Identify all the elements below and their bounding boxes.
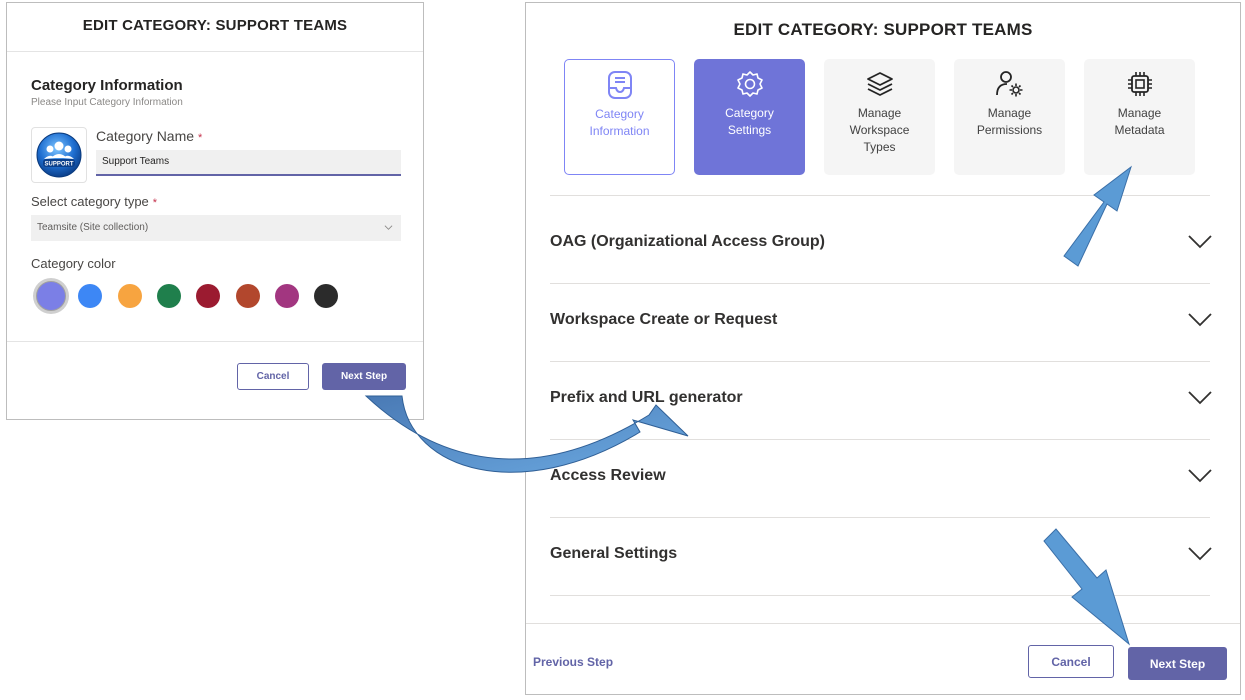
divider: [550, 361, 1210, 362]
dialog-title: EDIT CATEGORY: SUPPORT TEAMS: [733, 20, 1033, 39]
accordion-label: Prefix and URL generator: [550, 389, 743, 406]
chevron-down-icon: [1188, 547, 1212, 561]
next-step-button[interactable]: Next Step: [1128, 647, 1227, 680]
header-divider: [7, 51, 423, 52]
step-manage-metadata[interactable]: Manage Metadata: [1084, 59, 1195, 175]
accordion-label: General Settings: [550, 545, 678, 562]
step-label: Manage Metadata: [1114, 106, 1165, 137]
section-subtitle: Please Input Category Information: [31, 97, 183, 108]
accordion-oag[interactable]: OAG (Organizational Access Group): [550, 223, 1212, 263]
category-type-dropdown[interactable]: Teamsite (Site collection): [31, 215, 401, 241]
chevron-down-icon: [1188, 313, 1212, 327]
divider: [550, 195, 1210, 196]
step-manage-permissions[interactable]: Manage Permissions: [954, 59, 1065, 175]
step-label: Manage Workspace Types: [849, 106, 910, 154]
step-category-information[interactable]: Category Information: [564, 59, 675, 175]
category-logo[interactable]: SUPPORT: [31, 127, 87, 183]
section-title: Category Information: [31, 77, 183, 94]
cancel-button[interactable]: Cancel: [1028, 645, 1114, 678]
layers-icon: [865, 69, 895, 99]
accordion-prefix-url[interactable]: Prefix and URL generator: [550, 379, 1212, 419]
person-gear-icon: [995, 69, 1025, 99]
step-manage-workspace-types[interactable]: Manage Workspace Types: [824, 59, 935, 175]
chevron-down-icon: [384, 225, 393, 230]
required-mark: *: [198, 132, 203, 144]
category-type-value: Teamsite (Site collection): [37, 222, 149, 233]
accordion-workspace-create[interactable]: Workspace Create or Request: [550, 301, 1212, 341]
divider: [550, 517, 1210, 518]
next-step-button[interactable]: Next Step: [322, 363, 406, 390]
category-type-label: Select category type *: [31, 194, 157, 209]
required-mark: *: [152, 197, 158, 209]
chip-icon: [1125, 69, 1155, 99]
previous-step-link[interactable]: Previous Step: [533, 655, 613, 669]
divider: [550, 439, 1210, 440]
footer-divider: [526, 623, 1240, 624]
color-swatch[interactable]: [36, 281, 66, 311]
color-swatch[interactable]: [117, 284, 142, 308]
category-name-label: Category Name *: [96, 128, 202, 144]
color-swatch[interactable]: [196, 284, 221, 308]
accordion-label: Workspace Create or Request: [550, 311, 778, 328]
category-type-label-text: Select category type: [31, 194, 149, 209]
color-swatch[interactable]: [314, 284, 339, 308]
chevron-down-icon: [1188, 469, 1212, 483]
color-swatch[interactable]: [78, 284, 103, 308]
accordion-label: OAG (Organizational Access Group): [550, 233, 826, 250]
step-label: Manage Permissions: [976, 106, 1043, 137]
accordion-access-review[interactable]: Access Review: [550, 457, 1212, 497]
dialog-title: EDIT CATEGORY: SUPPORT TEAMS: [82, 17, 348, 34]
chevron-down-icon: [1188, 391, 1212, 405]
divider: [550, 283, 1210, 284]
chevron-down-icon: [1188, 235, 1212, 249]
color-swatch[interactable]: [235, 284, 260, 308]
edit-category-dialog-step2: EDIT CATEGORY: SUPPORT TEAMS Category In…: [525, 2, 1241, 695]
accordion-general-settings[interactable]: General Settings: [550, 535, 1212, 575]
step-label: Category Settings: [725, 106, 774, 137]
edit-category-dialog-step1: EDIT CATEGORY: SUPPORT TEAMS Category In…: [6, 2, 424, 420]
step-label: Category Information: [589, 107, 650, 138]
cancel-button[interactable]: Cancel: [237, 363, 309, 390]
category-name-label-text: Category Name: [96, 128, 195, 144]
accordion-label: Access Review: [550, 467, 666, 484]
inbox-icon: [605, 70, 635, 100]
category-name-input[interactable]: Support Teams: [96, 150, 401, 176]
step-category-settings[interactable]: Category Settings: [694, 59, 805, 175]
divider: [550, 595, 1210, 596]
color-swatch[interactable]: [156, 284, 181, 308]
settings-icon: [735, 69, 765, 99]
support-logo-icon: SUPPORT: [36, 132, 82, 178]
footer-divider: [7, 341, 423, 342]
logo-text: SUPPORT: [44, 162, 73, 168]
color-swatch[interactable]: [274, 284, 299, 308]
category-color-label: Category color: [31, 256, 116, 271]
